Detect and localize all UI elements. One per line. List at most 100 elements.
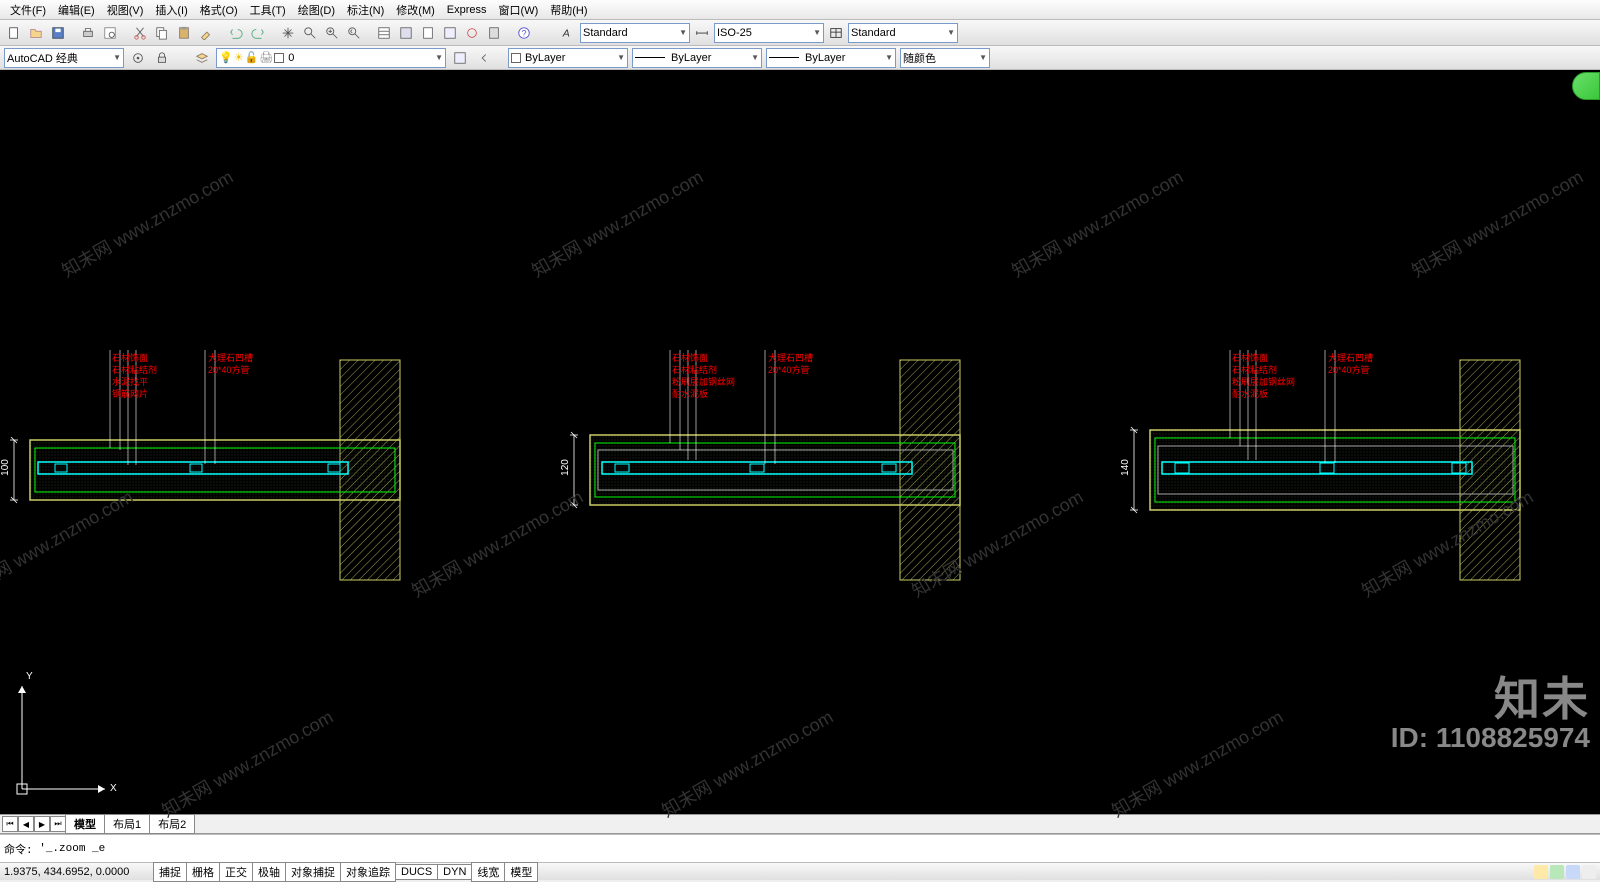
ucs-icon: X Y — [10, 671, 120, 804]
menu-express[interactable]: Express — [441, 2, 493, 18]
matchprop-icon[interactable] — [196, 23, 216, 43]
tab-layout2[interactable]: 布局2 — [149, 814, 195, 834]
lineweight-preview — [769, 57, 799, 58]
print-icon[interactable] — [78, 23, 98, 43]
tray-comm-icon[interactable] — [1534, 865, 1548, 879]
layer-states-icon[interactable] — [450, 48, 470, 68]
workspace-lock-icon[interactable] — [152, 48, 172, 68]
command-line[interactable]: 命令: '_.zoom _e — [0, 834, 1600, 862]
lwt-toggle[interactable]: 线宽 — [471, 862, 505, 882]
status-tray — [1534, 865, 1596, 879]
lineweight-combo[interactable]: ByLayer▼ — [766, 48, 896, 68]
menu-format[interactable]: 格式(O) — [194, 0, 244, 20]
workspace-settings-icon[interactable] — [128, 48, 148, 68]
layer-plot-icon: 🖨 — [259, 51, 273, 64]
tab-model[interactable]: 模型 — [65, 814, 105, 834]
layer-lock-icon: 🔓 — [245, 51, 259, 64]
layer-previous-icon[interactable] — [474, 48, 494, 68]
menu-draw[interactable]: 绘图(D) — [292, 0, 341, 20]
new-icon[interactable] — [4, 23, 24, 43]
undo-icon[interactable] — [226, 23, 246, 43]
menu-tools[interactable]: 工具(T) — [244, 0, 292, 20]
snap-toggle[interactable]: 捕捉 — [153, 862, 187, 882]
tray-tool-icon[interactable] — [1566, 865, 1580, 879]
tray-clean-icon[interactable] — [1582, 865, 1596, 879]
dyn-toggle[interactable]: DYN — [437, 864, 472, 880]
menu-window[interactable]: 窗口(W) — [493, 0, 545, 20]
layer-properties-icon[interactable] — [192, 48, 212, 68]
linetype-combo[interactable]: ByLayer▼ — [632, 48, 762, 68]
model-toggle[interactable]: 模型 — [504, 862, 538, 882]
menu-view[interactable]: 视图(V) — [101, 0, 150, 20]
properties-icon[interactable] — [374, 23, 394, 43]
ucs-x-label: X — [110, 783, 117, 794]
text-style-icon[interactable]: A — [558, 23, 578, 43]
cut-icon[interactable] — [130, 23, 150, 43]
ducs-toggle[interactable]: DUCS — [395, 864, 438, 880]
text-style-combo[interactable]: Standard▼ — [580, 23, 690, 43]
tab-last-icon[interactable]: ⏭ — [50, 816, 66, 832]
plotstyle-value: 随颜色 — [903, 50, 936, 66]
linetype-preview — [635, 57, 665, 58]
svg-text:?: ? — [522, 28, 527, 38]
menu-file[interactable]: 文件(F) — [4, 0, 52, 20]
menu-modify[interactable]: 修改(M) — [390, 0, 441, 20]
workspace-toolbar: AutoCAD 经典▼ 💡 ☀ 🔓 🖨 0 ▼ ByLayer▼ ByLayer… — [0, 46, 1600, 70]
calc-icon[interactable] — [484, 23, 504, 43]
ortho-toggle[interactable]: 正交 — [219, 862, 253, 882]
plotstyle-combo[interactable]: 随颜色▼ — [900, 48, 990, 68]
command-prompt: 命令: — [4, 841, 33, 857]
menu-edit[interactable]: 编辑(E) — [52, 0, 101, 20]
status-bar: 1.9375, 434.6952, 0.0000 捕捉 栅格 正交 极轴 对象捕… — [0, 862, 1600, 880]
designcenter-icon[interactable] — [396, 23, 416, 43]
layer-combo[interactable]: 💡 ☀ 🔓 🖨 0 ▼ — [216, 48, 446, 68]
zoom-window-icon[interactable] — [322, 23, 342, 43]
open-icon[interactable] — [26, 23, 46, 43]
polar-toggle[interactable]: 极轴 — [252, 862, 286, 882]
paste-icon[interactable] — [174, 23, 194, 43]
standard-toolbar: ? A Standard▼ ISO-25▼ Standard▼ — [0, 20, 1600, 46]
text-style-value: Standard — [583, 27, 628, 39]
table-style-combo[interactable]: Standard▼ — [848, 23, 958, 43]
dim-style-value: ISO-25 — [717, 27, 752, 39]
color-swatch — [511, 53, 521, 63]
markup-icon[interactable] — [462, 23, 482, 43]
dim-style-combo[interactable]: ISO-25▼ — [714, 23, 824, 43]
coordinates-readout[interactable]: 1.9375, 434.6952, 0.0000 — [4, 866, 154, 878]
save-icon[interactable] — [48, 23, 68, 43]
copy-icon[interactable] — [152, 23, 172, 43]
tab-prev-icon[interactable]: ◀ — [18, 816, 34, 832]
drawing-canvas[interactable]: 石材饰面石材粘结剂水泥找平钢筋网片 大理石凹槽20*40方管 100 石材饰面石… — [0, 70, 1600, 814]
print-preview-icon[interactable] — [100, 23, 120, 43]
grid-toggle[interactable]: 栅格 — [186, 862, 220, 882]
tab-next-icon[interactable]: ▶ — [34, 816, 50, 832]
tab-first-icon[interactable]: ⏮ — [2, 816, 18, 832]
zoom-realtime-icon[interactable] — [300, 23, 320, 43]
pan-icon[interactable] — [278, 23, 298, 43]
zoom-previous-icon[interactable] — [344, 23, 364, 43]
menu-insert[interactable]: 插入(I) — [149, 0, 193, 20]
tray-lock-icon[interactable] — [1550, 865, 1564, 879]
svg-text:A: A — [562, 27, 570, 39]
redo-icon[interactable] — [248, 23, 268, 43]
otrack-toggle[interactable]: 对象追踪 — [340, 862, 396, 882]
section1-right-labels: 大理石凹槽20*40方管 — [208, 352, 253, 376]
chevron-down-icon: ▼ — [435, 53, 443, 62]
help-icon[interactable]: ? — [514, 23, 534, 43]
chevron-down-icon: ▼ — [113, 53, 121, 62]
color-combo[interactable]: ByLayer▼ — [508, 48, 628, 68]
tab-layout1[interactable]: 布局1 — [104, 814, 150, 834]
command-text: '_.zoom _e — [39, 843, 105, 855]
linetype-value: ByLayer — [671, 52, 711, 64]
osnap-toggle[interactable]: 对象捕捉 — [285, 862, 341, 882]
table-style-icon[interactable] — [826, 23, 846, 43]
menu-dimension[interactable]: 标注(N) — [341, 0, 390, 20]
layer-sun-icon: ☀ — [234, 51, 244, 64]
ucs-y-label: Y — [26, 671, 33, 682]
dim-style-icon[interactable] — [692, 23, 712, 43]
workspace-combo[interactable]: AutoCAD 经典▼ — [4, 48, 124, 68]
sheetset-icon[interactable] — [440, 23, 460, 43]
chevron-down-icon: ▼ — [885, 53, 893, 62]
menu-help[interactable]: 帮助(H) — [544, 0, 593, 20]
toolpalettes-icon[interactable] — [418, 23, 438, 43]
